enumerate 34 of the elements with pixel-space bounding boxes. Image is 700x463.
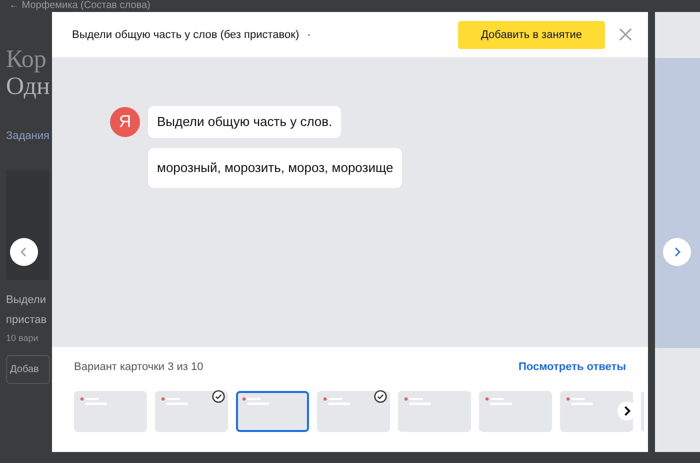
chat-message: Выдели общую часть у слов. xyxy=(148,106,342,138)
add-button[interactable]: Добав xyxy=(6,355,50,384)
card-thumbnail[interactable] xyxy=(479,391,552,432)
chat-message: морозный, морозить, мороз, морозище xyxy=(148,148,402,188)
check-icon xyxy=(212,390,225,403)
card-preview-drawing xyxy=(80,397,110,407)
title-separator: · xyxy=(307,28,311,40)
card-preview-drawing xyxy=(161,397,191,407)
card-preview-drawing xyxy=(566,397,596,407)
card-thumbnail[interactable] xyxy=(398,391,471,432)
page-heading: Кор xyxy=(6,46,48,73)
show-answers-link[interactable]: Посмотреть ответы xyxy=(518,361,626,373)
card-title: Выдели xyxy=(6,293,47,308)
breadcrumb-link[interactable]: ← Морфемика (Состав слова) xyxy=(9,0,150,11)
modal-title: Выдели общую часть у слов (без приставок) xyxy=(72,28,300,40)
page-heading: Одн xyxy=(6,73,51,100)
card-thumbnail[interactable] xyxy=(317,391,390,432)
card-preview-drawing xyxy=(485,397,515,407)
card-thumbnail[interactable] xyxy=(155,391,228,432)
card-thumbnail[interactable] xyxy=(236,391,309,432)
variant-counter: Вариант карточки 3 из 10 xyxy=(74,361,204,373)
previous-arrow-button[interactable] xyxy=(10,238,38,266)
tab[interactable]: Задания xyxy=(6,130,52,142)
card-thumbnail[interactable] xyxy=(74,391,147,432)
card-thumbnail[interactable] xyxy=(560,391,633,432)
card-subtitle: 10 вари xyxy=(6,333,40,343)
close-icon[interactable] xyxy=(619,28,632,41)
check-icon xyxy=(374,390,387,403)
add-to-lesson-button[interactable]: Добавить в занятие xyxy=(458,20,605,48)
card-preview-drawing xyxy=(242,397,272,407)
card-preview-drawing xyxy=(323,397,353,407)
card-preview-drawing xyxy=(404,397,434,407)
bot-avatar: Я xyxy=(110,107,140,137)
card-title: пристав xyxy=(6,313,48,328)
